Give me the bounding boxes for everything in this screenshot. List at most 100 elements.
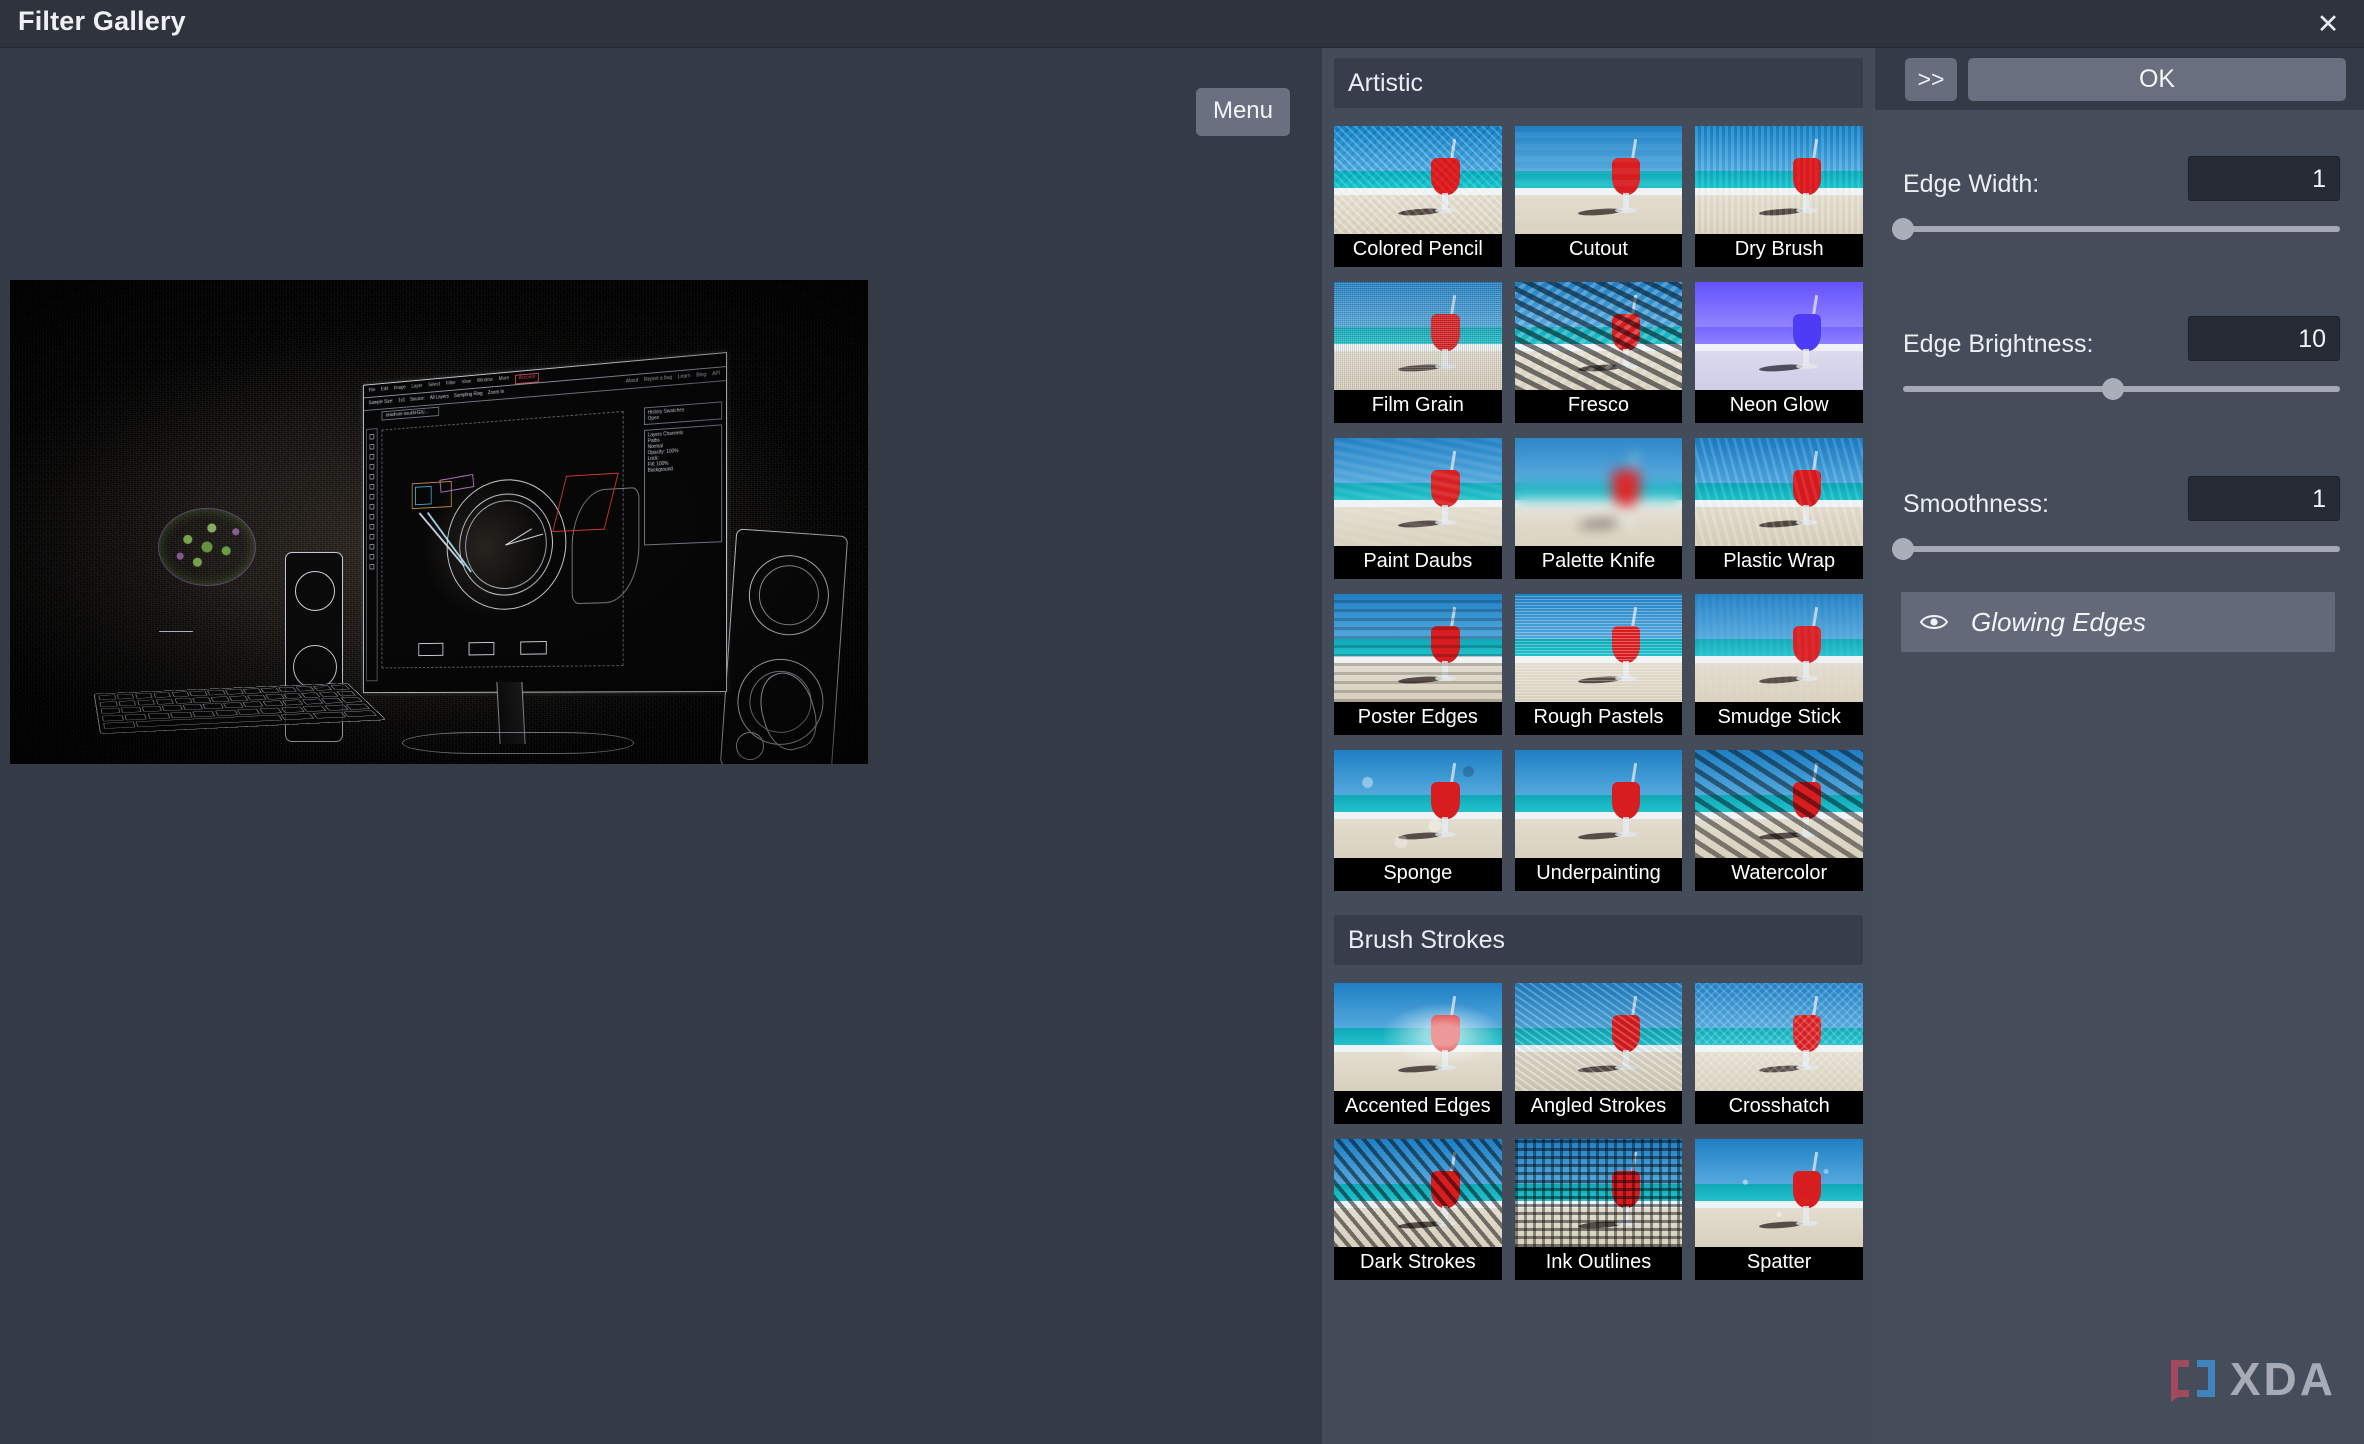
thumb-filter-effect	[1695, 126, 1863, 234]
active-filter-layer[interactable]: Glowing Edges	[1901, 592, 2335, 652]
filter-thumbnail-image[interactable]	[1695, 282, 1863, 390]
menu-button[interactable]: Menu	[1196, 88, 1290, 136]
setting-label: Smoothness:	[1903, 490, 2049, 519]
filter-thumbnail[interactable]: Film Grain	[1334, 282, 1502, 423]
thumb-filter-effect	[1515, 983, 1683, 1091]
thumb-filter-effect	[1695, 983, 1863, 1091]
filter-thumbnail[interactable]: Cutout	[1515, 126, 1683, 267]
filter-thumbnail[interactable]: Neon Glow	[1695, 282, 1863, 423]
slider-handle[interactable]	[2102, 378, 2124, 400]
filter-thumbnail-label: Dark Strokes	[1334, 1247, 1502, 1280]
thumb-filter-effect	[1334, 750, 1502, 858]
filter-thumbnail[interactable]: Palette Knife	[1515, 438, 1683, 579]
category-thumbnail-grid: Colored PencilCutout Dry Brush Film Grain F…	[1334, 114, 1863, 905]
thumb-filter-effect	[1515, 126, 1683, 234]
filter-thumbnail-image[interactable]	[1515, 594, 1683, 702]
filter-thumbnail[interactable]: Sponge	[1334, 750, 1502, 891]
filter-thumbnail[interactable]: Underpainting	[1515, 750, 1683, 891]
category-header[interactable]: Artistic	[1334, 58, 1863, 108]
filter-thumbnail[interactable]: Paint Daubs	[1334, 438, 1502, 579]
thumb-filter-effect	[1334, 282, 1502, 390]
filter-thumbnail-label: Smudge Stick	[1695, 702, 1863, 735]
thumb-filter-effect	[1695, 750, 1863, 858]
setting-value-field[interactable]: 1	[2188, 156, 2340, 201]
setting-value-field[interactable]: 10	[2188, 316, 2340, 361]
filter-thumbnail[interactable]: Colored Pencil	[1334, 126, 1502, 267]
filter-thumbnail[interactable]: Smudge Stick	[1695, 594, 1863, 735]
filter-thumbnail[interactable]: Angled Strokes	[1515, 983, 1683, 1124]
filter-thumbnail[interactable]: Plastic Wrap	[1695, 438, 1863, 579]
setting-label: Edge Width:	[1903, 170, 2039, 199]
close-icon[interactable]: ✕	[2300, 0, 2356, 48]
filter-thumbnail-image[interactable]	[1515, 126, 1683, 234]
filter-thumbnail-image[interactable]	[1695, 1139, 1863, 1247]
filter-thumbnail-image[interactable]	[1334, 594, 1502, 702]
filter-thumbnail[interactable]: Crosshatch	[1695, 983, 1863, 1124]
setting-slider[interactable]	[1903, 378, 2340, 398]
filter-thumbnail-label: Fresco	[1515, 390, 1683, 423]
filter-thumbnail-label: Watercolor	[1695, 858, 1863, 891]
thumb-filter-effect	[1334, 594, 1502, 702]
filter-thumbnail-label: Paint Daubs	[1334, 546, 1502, 579]
filter-thumbnail-label: Ink Outlines	[1515, 1247, 1683, 1280]
filter-thumbnail[interactable]: Poster Edges	[1334, 594, 1502, 735]
filter-preview-image[interactable]: File Edit Image Layer Select Filter View…	[10, 280, 868, 764]
filter-thumbnail-image[interactable]	[1515, 1139, 1683, 1247]
filter-thumbnail-image[interactable]	[1334, 126, 1502, 234]
filter-thumbnail[interactable]: Ink Outlines	[1515, 1139, 1683, 1280]
expand-collapse-button[interactable]: >>	[1905, 58, 1957, 101]
filter-thumbnail-image[interactable]	[1334, 1139, 1502, 1247]
filter-thumbnail-image[interactable]	[1515, 983, 1683, 1091]
filter-thumbnail[interactable]: Watercolor	[1695, 750, 1863, 891]
setting-slider[interactable]	[1903, 218, 2340, 238]
category-header[interactable]: Brush Strokes	[1334, 915, 1863, 965]
filter-thumbnail-label: Crosshatch	[1695, 1091, 1863, 1124]
filter-thumbnail-label: Rough Pastels	[1515, 702, 1683, 735]
filter-gallery-window: Filter Gallery ✕ Menu	[0, 0, 2364, 1444]
ok-button[interactable]: OK	[1968, 58, 2346, 101]
page-title: Filter Gallery	[18, 6, 186, 37]
filter-thumbnail-label: Underpainting	[1515, 858, 1683, 891]
thumb-filter-effect	[1695, 1139, 1863, 1247]
filter-thumbnail-image[interactable]	[1515, 438, 1683, 546]
filter-thumbnail-image[interactable]	[1334, 438, 1502, 546]
filter-thumbnail-image[interactable]	[1695, 126, 1863, 234]
slider-track[interactable]	[1903, 226, 2340, 232]
thumb-filter-effect	[1334, 126, 1502, 234]
slider-handle[interactable]	[1892, 538, 1914, 560]
filter-thumbnail-label: Plastic Wrap	[1695, 546, 1863, 579]
thumb-filter-effect	[1334, 438, 1502, 546]
setting-slider[interactable]	[1903, 538, 2340, 558]
filter-thumbnail[interactable]: Accented Edges	[1334, 983, 1502, 1124]
thumb-filter-effect	[1515, 438, 1683, 546]
filter-thumbnail-image[interactable]	[1334, 750, 1502, 858]
setting-label: Edge Brightness:	[1903, 330, 2093, 359]
slider-track[interactable]	[1903, 546, 2340, 552]
thumb-filter-effect	[1334, 983, 1502, 1091]
slider-handle[interactable]	[1892, 218, 1914, 240]
filter-thumbnail[interactable]: Rough Pastels	[1515, 594, 1683, 735]
filter-thumbnail-image[interactable]	[1695, 438, 1863, 546]
filter-thumbnail-label: Neon Glow	[1695, 390, 1863, 423]
eye-icon[interactable]	[1919, 612, 1949, 632]
filter-thumbnail-image[interactable]	[1515, 282, 1683, 390]
filter-thumbnail-image[interactable]	[1334, 983, 1502, 1091]
filter-thumbnail-label: Dry Brush	[1695, 234, 1863, 267]
filter-thumbnail-image[interactable]	[1695, 750, 1863, 858]
filter-thumbnail-label: Film Grain	[1334, 390, 1502, 423]
thumb-filter-effect	[1695, 282, 1863, 390]
filter-thumbnail[interactable]: Dark Strokes	[1334, 1139, 1502, 1280]
filter-thumbnail-image[interactable]	[1515, 750, 1683, 858]
filter-thumbnail[interactable]: Spatter	[1695, 1139, 1863, 1280]
filter-thumbnail-image[interactable]	[1334, 282, 1502, 390]
filter-thumbnail[interactable]: Fresco	[1515, 282, 1683, 423]
setting-value-field[interactable]: 1	[2188, 476, 2340, 521]
filter-thumbnail-image[interactable]	[1695, 594, 1863, 702]
thumb-filter-effect	[1515, 594, 1683, 702]
filter-thumbnail[interactable]: Dry Brush	[1695, 126, 1863, 267]
thumb-filter-effect	[1695, 438, 1863, 546]
filter-thumbnail-label: Palette Knife	[1515, 546, 1683, 579]
filter-thumbnail-label: Sponge	[1334, 858, 1502, 891]
filter-gallery-list[interactable]: Artistic Colored PencilCutout Dry Brush Fil…	[1322, 48, 1875, 1444]
filter-thumbnail-image[interactable]	[1695, 983, 1863, 1091]
